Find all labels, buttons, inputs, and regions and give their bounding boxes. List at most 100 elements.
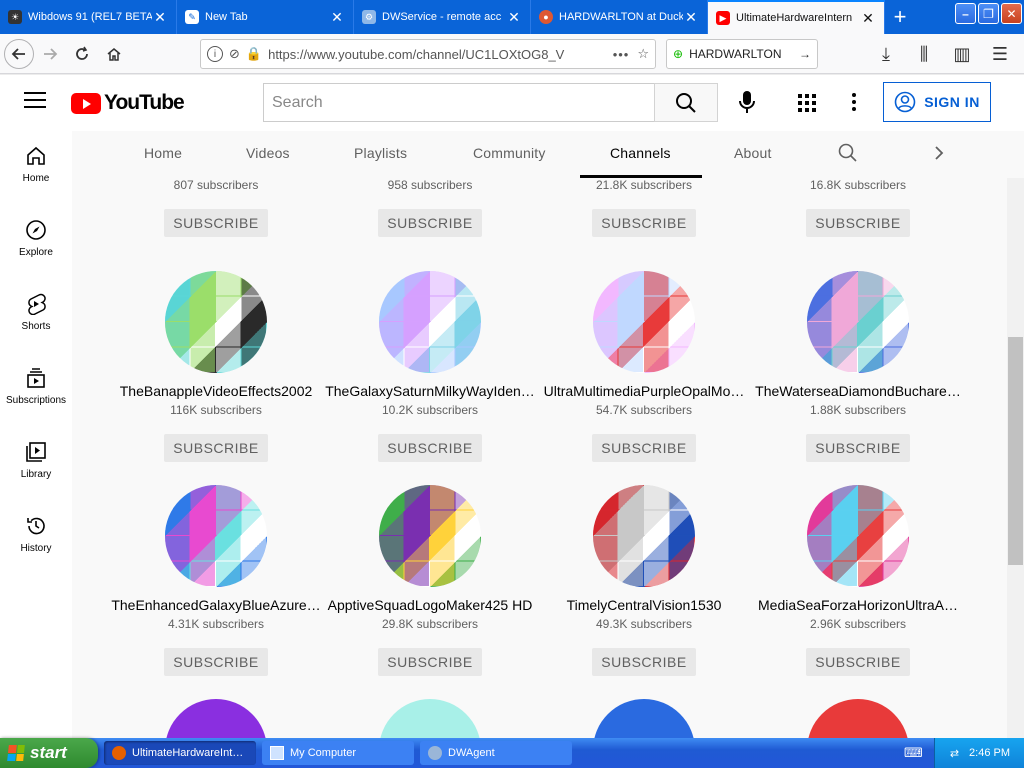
channel-avatar[interactable] [379, 699, 481, 738]
channel-avatar[interactable] [807, 699, 909, 738]
reload-button[interactable] [66, 38, 98, 70]
page-actions-icon[interactable]: ••• [613, 47, 630, 62]
guide-menu-button[interactable] [24, 92, 46, 113]
download-icon: ⤓ [882, 43, 890, 64]
subscribe-button[interactable]: SUBSCRIBE [378, 648, 482, 676]
guide-item-shorts[interactable]: Shorts [0, 279, 72, 353]
apps-grid-icon[interactable] [796, 92, 818, 114]
taskbar-item-firefox[interactable]: UltimateHardwareInt… [104, 741, 256, 765]
guide-item-home[interactable]: Home [0, 131, 72, 205]
channel-name[interactable]: TheBanappleVideoEffects2002 [109, 383, 323, 399]
close-icon[interactable]: ✕ [860, 10, 876, 27]
channel-name[interactable]: UltraMultimediaPurpleOpalMo… [537, 383, 751, 399]
chevron-right-icon[interactable] [933, 145, 945, 161]
sidebar-button[interactable]: ▥ [946, 38, 978, 70]
tab-channels[interactable]: Channels [610, 145, 671, 161]
channel-tabs: Home Videos Playlists Community Channels… [72, 131, 1024, 178]
guide-item-history[interactable]: History [0, 501, 72, 575]
lock-icon[interactable]: 🔒 [246, 46, 262, 62]
back-button[interactable] [4, 38, 34, 69]
start-button[interactable]: start [0, 738, 98, 768]
channel-card [323, 699, 537, 738]
subscribe-button[interactable]: SUBSCRIBE [592, 434, 696, 462]
browser-tab-0[interactable]: ☀ Wibdows 91 (REL7 BETA ✕ [0, 0, 177, 34]
channel-avatar[interactable] [593, 699, 695, 738]
subscribe-button[interactable]: SUBSCRIBE [592, 648, 696, 676]
channel-avatar[interactable] [807, 271, 909, 373]
info-icon[interactable]: i [207, 46, 223, 62]
compass-icon [26, 220, 46, 240]
guide-item-library[interactable]: Library [0, 427, 72, 501]
home-button[interactable] [98, 38, 130, 70]
browser-tab-strip: ☀ Wibdows 91 (REL7 BETA ✕ ✎ New Tab ✕ ⚙ … [0, 0, 1024, 34]
search-input[interactable]: Search [263, 83, 655, 122]
browser-tab-3[interactable]: ● HARDWARLTON at Duck ✕ [531, 0, 708, 34]
more-options-icon[interactable] [846, 89, 862, 115]
browser-tab-1[interactable]: ✎ New Tab ✕ [177, 0, 354, 34]
url-text[interactable]: https://www.youtube.com/channel/UC1LOXtO… [268, 47, 605, 62]
channel-name[interactable]: ApptiveSquadLogoMaker425 HD [323, 597, 537, 613]
network-icon[interactable]: ⇄ [950, 747, 959, 760]
sign-in-button[interactable]: SIGN IN [883, 82, 991, 122]
channel-name[interactable]: TheGalaxySaturnMilkyWayIden… [323, 383, 537, 399]
downloads-button[interactable]: ⤓ [870, 38, 902, 70]
channel-avatar[interactable] [165, 699, 267, 738]
subscribe-button[interactable]: SUBSCRIBE [592, 209, 696, 237]
channel-name[interactable]: TimelyCentralVision1530 [537, 597, 751, 613]
voice-search-button[interactable] [732, 87, 762, 117]
forward-button[interactable] [34, 38, 66, 70]
subscribe-button[interactable]: SUBSCRIBE [806, 434, 910, 462]
tab-videos[interactable]: Videos [246, 145, 290, 161]
browser-search-value[interactable]: HARDWARLTON [689, 47, 799, 61]
channel-search-icon[interactable] [838, 143, 858, 163]
subscribe-button[interactable]: SUBSCRIBE [378, 434, 482, 462]
close-window-button[interactable]: ✕ [1001, 3, 1022, 24]
tab-community[interactable]: Community [473, 145, 546, 161]
browser-tab-2[interactable]: ⚙ DWService - remote acc ✕ [354, 0, 531, 34]
taskbar-item-dwagent[interactable]: DWAgent [420, 741, 572, 765]
subscribe-button[interactable]: SUBSCRIBE [806, 648, 910, 676]
library-button[interactable]: ⫼ [908, 38, 940, 70]
url-bar[interactable]: i ⊘ 🔒 https://www.youtube.com/channel/UC… [200, 39, 656, 69]
subscribe-button[interactable]: SUBSCRIBE [164, 434, 268, 462]
channel-avatar[interactable] [379, 485, 481, 587]
close-icon[interactable]: ✕ [683, 9, 699, 26]
channel-avatar[interactable] [379, 271, 481, 373]
subscribe-button[interactable]: SUBSCRIBE [164, 209, 268, 237]
minimize-button[interactable]: – [955, 3, 976, 24]
restore-button[interactable]: ❐ [978, 3, 999, 24]
subscribe-button[interactable]: SUBSCRIBE [378, 209, 482, 237]
channel-name[interactable]: TheWaterseaDiamondBuchare… [751, 383, 965, 399]
channel-name[interactable]: TheEnhancedGalaxyBlueAzure… [109, 597, 323, 613]
tab-playlists[interactable]: Playlists [354, 145, 407, 161]
channel-avatar[interactable] [165, 485, 267, 587]
browser-search-box[interactable]: ⊕ HARDWARLTON → [666, 39, 818, 69]
menu-button[interactable]: ☰ [984, 38, 1016, 70]
bookmark-star-icon[interactable]: ☆ [637, 46, 649, 62]
close-icon[interactable]: ✕ [329, 9, 345, 26]
new-tab-button[interactable]: + [885, 0, 915, 34]
taskbar-item-label: UltimateHardwareInt… [132, 747, 244, 759]
youtube-logo[interactable]: YouTube [71, 91, 185, 115]
taskbar-item-my-computer[interactable]: My Computer [262, 741, 414, 765]
tab-about[interactable]: About [734, 145, 772, 161]
search-button[interactable] [654, 83, 718, 122]
channel-name[interactable]: MediaSeaForzaHorizonUltraA… [751, 597, 965, 613]
channel-avatar[interactable] [165, 271, 267, 373]
guide-label: Home [22, 173, 50, 184]
subscribe-button[interactable]: SUBSCRIBE [164, 648, 268, 676]
browser-tab-4[interactable]: ▶ UltimateHardwareIntern ✕ [708, 0, 885, 34]
guide-item-explore[interactable]: Explore [0, 205, 72, 279]
close-icon[interactable]: ✕ [152, 9, 168, 26]
scrollbar-thumb[interactable] [1008, 337, 1023, 565]
subscribe-button[interactable]: SUBSCRIBE [806, 209, 910, 237]
channel-avatar[interactable] [807, 485, 909, 587]
keyboard-icon[interactable]: ⌨ [904, 745, 923, 761]
channel-avatar[interactable] [593, 485, 695, 587]
permissions-icon[interactable]: ⊘ [229, 46, 240, 62]
tab-home[interactable]: Home [144, 145, 182, 161]
close-icon[interactable]: ✕ [506, 9, 522, 26]
go-arrow-icon[interactable]: → [799, 47, 811, 61]
channel-avatar[interactable] [593, 271, 695, 373]
guide-item-subscriptions[interactable]: Subscriptions [0, 353, 72, 427]
